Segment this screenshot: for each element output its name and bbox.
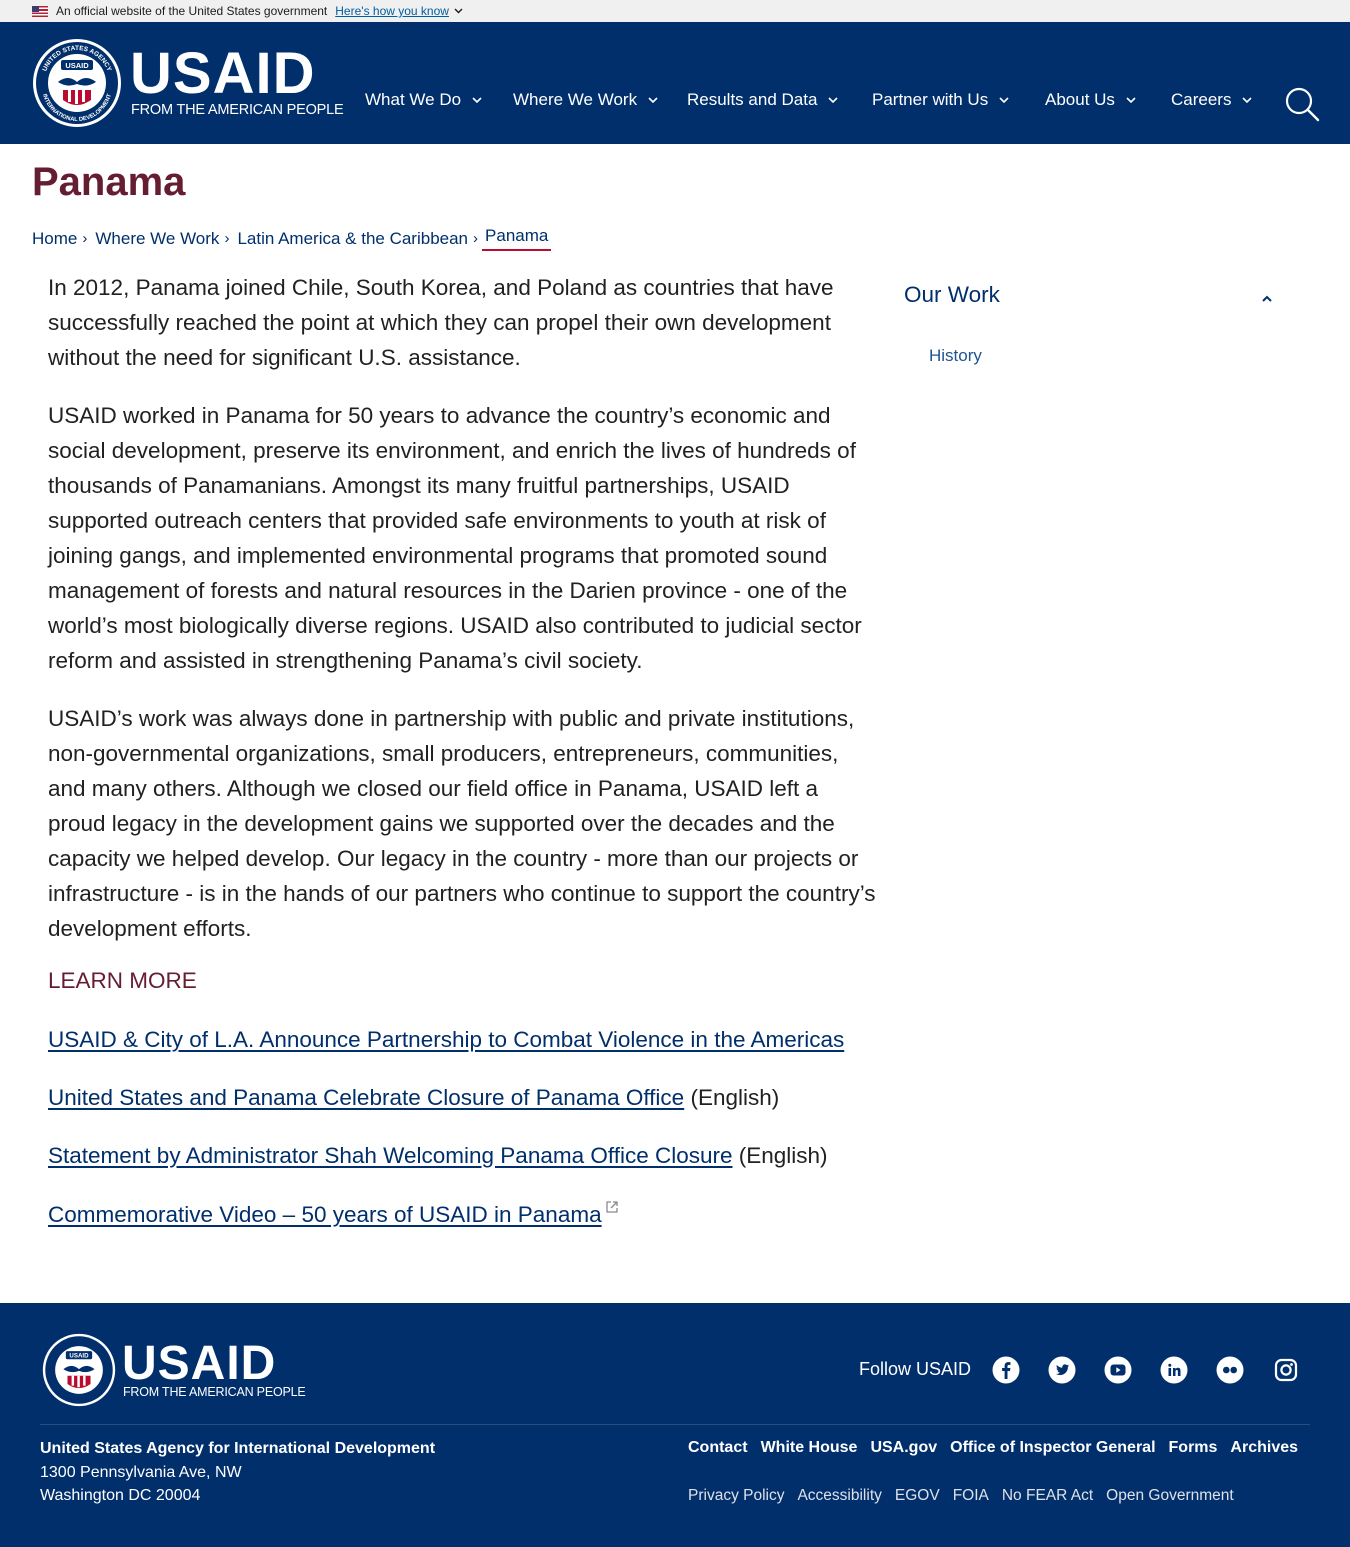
breadcrumb-home[interactable]: Home (32, 229, 77, 249)
heres-how-you-know-label: Here's how you know (335, 4, 449, 18)
footer-link-contact[interactable]: Contact (688, 1439, 748, 1457)
gov-banner: An official website of the United States… (0, 0, 1350, 22)
sidebar: Our Work History (904, 282, 1280, 365)
chevron-down-icon (648, 97, 658, 104)
link-closure-celebration[interactable]: United States and Panama Celebrate Closu… (48, 1085, 684, 1110)
twitter-icon[interactable] (1048, 1356, 1076, 1384)
logo-tagline: FROM THE AMERICAN PEOPLE (123, 1385, 306, 1399)
footer-link-open-government[interactable]: Open Government (1106, 1487, 1234, 1505)
breadcrumb-where-we-work[interactable]: Where We Work (95, 229, 219, 249)
follow-usaid-label: Follow USAID (859, 1359, 972, 1379)
flickr-icon[interactable] (1216, 1356, 1244, 1384)
link-language-note: (English) (732, 1143, 828, 1168)
footer-primary-links: Contact White House USA.gov Office of In… (688, 1439, 1311, 1457)
link-commemorative-video[interactable]: Commemorative Video – 50 years of USAID … (48, 1202, 602, 1227)
main-content: In 2012, Panama joined Chile, South Kore… (48, 270, 878, 969)
nav-careers[interactable]: Careers (1171, 90, 1253, 110)
chevron-down-icon (828, 97, 838, 104)
chevron-down-icon (454, 8, 463, 14)
site-header: UNITED STATES AGENCY INTERNATIONAL DEVEL… (0, 22, 1350, 144)
footer-link-white-house[interactable]: White House (761, 1439, 858, 1457)
link-la-partnership[interactable]: USAID & City of L.A. Announce Partnershi… (48, 1027, 844, 1052)
nav-where-we-work[interactable]: Where We Work (513, 90, 687, 110)
gov-banner-text: An official website of the United States… (56, 4, 328, 18)
nav-label: What We Do (365, 90, 462, 109)
external-link-icon (605, 1200, 618, 1213)
sidebar-heading-label: Our Work (904, 282, 1000, 307)
body-paragraph: USAID worked in Panama for 50 years to a… (48, 403, 862, 673)
chevron-down-icon (472, 97, 482, 104)
usaid-seal-icon: USAID (42, 1333, 116, 1407)
list-item: USAID & City of L.A. Announce Partnershi… (48, 1022, 844, 1057)
chevron-right-icon: › (473, 230, 479, 247)
youtube-icon[interactable] (1104, 1356, 1132, 1384)
footer-link-egov[interactable]: EGOV (895, 1487, 940, 1505)
us-flag-icon (32, 5, 48, 17)
heres-how-you-know-link[interactable]: Here's how you know (335, 4, 463, 18)
breadcrumb: Home › Where We Work › Latin America & t… (32, 226, 552, 251)
breadcrumb-latin-america[interactable]: Latin America & the Caribbean (237, 229, 468, 249)
chevron-right-icon: › (82, 230, 88, 247)
usaid-seal-icon: UNITED STATES AGENCY INTERNATIONAL DEVEL… (33, 39, 121, 127)
nav-label: Partner with Us (872, 90, 989, 109)
sidebar-heading-our-work[interactable]: Our Work (904, 282, 1280, 316)
list-item: Statement by Administrator Shah Welcomin… (48, 1138, 828, 1173)
footer-address-line2: Washington DC 20004 (40, 1487, 201, 1504)
footer-link-foia[interactable]: FOIA (953, 1487, 989, 1505)
footer-secondary-links: Privacy Policy Accessibility EGOV FOIA N… (688, 1487, 1247, 1505)
footer-usaid-logo[interactable]: USAID USAID FROM THE AMERICAN PEOPLE (42, 1333, 306, 1407)
footer-link-archives[interactable]: Archives (1230, 1439, 1298, 1457)
footer-link-usa-gov[interactable]: USA.gov (870, 1439, 937, 1457)
nav-about-us[interactable]: About Us (1045, 90, 1171, 110)
linkedin-icon[interactable] (1160, 1356, 1188, 1384)
nav-label: Careers (1171, 90, 1232, 109)
footer-address-line1: 1300 Pennsylvania Ave, NW (40, 1464, 242, 1481)
chevron-down-icon (999, 97, 1009, 104)
body-paragraph: In 2012, Panama joined Chile, South Kore… (48, 275, 834, 370)
nav-label: Results and Data (687, 90, 818, 109)
nav-label: Where We Work (513, 90, 638, 109)
chevron-up-icon (1262, 295, 1272, 302)
sidebar-item-history[interactable]: History (929, 346, 982, 366)
instagram-icon[interactable] (1272, 1356, 1300, 1384)
footer-link-forms[interactable]: Forms (1169, 1439, 1218, 1457)
logo-tagline: FROM THE AMERICAN PEOPLE (131, 102, 344, 118)
link-language-note: (English) (684, 1085, 780, 1110)
nav-results-and-data[interactable]: Results and Data (687, 90, 872, 110)
main-nav: What We Do Where We Work Results and Dat… (365, 90, 1253, 110)
footer-divider (40, 1424, 1310, 1425)
list-item: Commemorative Video – 50 years of USAID … (48, 1197, 619, 1232)
seal-center-text: USAID (69, 1353, 89, 1360)
link-shah-statement[interactable]: Statement by Administrator Shah Welcomin… (48, 1143, 733, 1168)
nav-label: About Us (1045, 90, 1115, 109)
footer-link-oig[interactable]: Office of Inspector General (950, 1439, 1155, 1457)
footer-link-no-fear-act[interactable]: No FEAR Act (1002, 1487, 1093, 1505)
breadcrumb-current[interactable]: Panama (482, 226, 552, 251)
nav-what-we-do[interactable]: What We Do (365, 90, 513, 110)
footer-org-name: United States Agency for International D… (40, 1440, 436, 1457)
page-title: Panama (32, 160, 186, 204)
footer-link-privacy[interactable]: Privacy Policy (688, 1487, 784, 1505)
usaid-logo[interactable]: UNITED STATES AGENCY INTERNATIONAL DEVEL… (32, 38, 344, 128)
search-icon[interactable] (1284, 86, 1320, 122)
facebook-icon[interactable] (992, 1356, 1020, 1384)
chevron-down-icon (1126, 97, 1136, 104)
learn-more-heading: LEARN MORE (48, 968, 197, 993)
logo-wordmark: USAID (130, 41, 316, 106)
footer-link-accessibility[interactable]: Accessibility (797, 1487, 881, 1505)
logo-wordmark: USAID (122, 1337, 277, 1390)
nav-partner-with-us[interactable]: Partner with Us (872, 90, 1045, 110)
site-footer: USAID USAID FROM THE AMERICAN PEOPLE Fol… (0, 1303, 1350, 1547)
seal-center-text: USAID (65, 61, 89, 70)
chevron-down-icon (1242, 97, 1253, 104)
chevron-right-icon: › (224, 230, 230, 247)
list-item: United States and Panama Celebrate Closu… (48, 1080, 779, 1115)
body-paragraph: USAID’s work was always done in partners… (48, 706, 876, 941)
